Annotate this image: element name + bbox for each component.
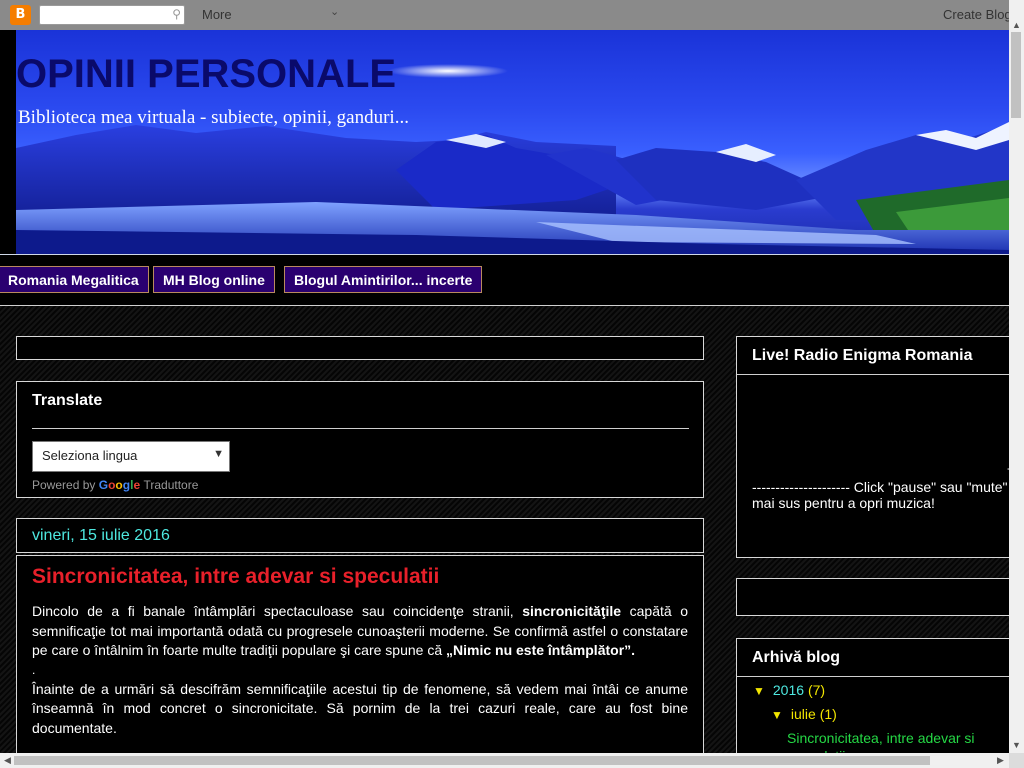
post-title[interactable]: Sincronicitatea, intre adevar si specula…	[32, 565, 439, 589]
translate-widget: Translate Seleziona lingua ▼ Powered by …	[16, 381, 704, 498]
horizontal-scrollbar[interactable]: ◀ ▶	[0, 753, 1009, 768]
google-logo[interactable]: Google	[99, 478, 144, 492]
archive-year-link[interactable]: 2016	[773, 682, 804, 698]
archive-month-count: (1)	[819, 706, 837, 722]
scrollbar-corner	[1009, 753, 1024, 768]
chevron-down-icon: ▼	[213, 448, 224, 460]
archive-title: Arhivă blog	[752, 649, 841, 666]
search-icon[interactable]: ⚲	[172, 7, 181, 21]
post-paragraph: Înainte de a urmări să descifrăm semnifi…	[32, 680, 688, 736]
empty-widget	[16, 336, 704, 360]
radio-instructions: --------------------- Click "pause" sau …	[752, 479, 1008, 511]
archive-month-iulie[interactable]: ▼ iulie (1)	[771, 706, 837, 722]
header-left-strip	[0, 30, 16, 254]
empty-sidebar-widget	[736, 578, 1009, 616]
blog-archive-widget: Arhivă blog ▼ 2016 (7) ▼ iulie (1) Sincron…	[736, 638, 1009, 753]
blog-title[interactable]: OPINII PERSONALE	[16, 52, 396, 97]
tab-romania-megalitica[interactable]: Romania Megalitica	[0, 266, 149, 293]
post-separator: .	[32, 662, 36, 677]
chevron-down-icon[interactable]: ⌄	[330, 5, 339, 18]
toggle-expanded-icon[interactable]: ▼	[771, 708, 783, 722]
radio-title: Live! Radio Enigma Romania	[752, 347, 973, 364]
language-select-value: Seleziona lingua	[42, 448, 138, 463]
language-select[interactable]: Seleziona lingua ▼	[32, 441, 230, 472]
post-body: Dincolo de a fi banale întâmplări specta…	[32, 602, 688, 739]
horizontal-scroll-thumb[interactable]	[14, 756, 930, 765]
blogger-navbar: B ⚲ More ⌄ Create Blog	[0, 0, 1024, 30]
post-paragraph: Dincolo de a fi banale întâmplări specta…	[32, 602, 688, 661]
vertical-scrollbar[interactable]: ▲ ▼	[1009, 0, 1024, 753]
post-date-header: vineri, 15 iulie 2016	[16, 518, 704, 553]
post-text-bold: sincronicităţile	[522, 603, 622, 619]
translator-link[interactable]: Traduttore	[143, 478, 198, 492]
divider	[32, 428, 689, 429]
tab-blogul-amintirilor[interactable]: Blogul Amintirilor... incerte	[284, 266, 483, 293]
navbar-search-input[interactable]: ⚲	[39, 5, 185, 25]
create-blog-link[interactable]: Create Blog	[943, 7, 1012, 22]
pages-tab-bar: Romania Megalitica MH Blog online Blogul…	[0, 255, 1009, 306]
post-text: Dincolo de a fi banale întâmplări specta…	[32, 603, 523, 619]
more-menu[interactable]: More	[202, 7, 232, 22]
divider	[737, 676, 1009, 677]
scroll-left-arrow-icon[interactable]: ◀	[4, 755, 11, 766]
archive-year-2016[interactable]: ▼ 2016 (7)	[753, 682, 825, 698]
toggle-expanded-icon[interactable]: ▼	[753, 684, 765, 698]
archive-post-link[interactable]: Sincronicitatea, intre adevar si specula…	[787, 729, 1009, 753]
main-content: Translate Seleziona lingua ▼ Powered by …	[0, 306, 1009, 753]
blog-post: Sincronicitatea, intre adevar si specula…	[16, 555, 704, 753]
blogger-logo-icon[interactable]: B	[10, 5, 31, 25]
post-text-bold: „Nimic nu este întâmplător”.	[446, 642, 636, 659]
powered-by-google: Powered by Google Traduttore	[32, 478, 198, 492]
scroll-right-arrow-icon[interactable]: ▶	[997, 755, 1004, 766]
powered-by-label: Powered by	[32, 478, 96, 492]
radio-widget: Live! Radio Enigma Romania - -----------…	[736, 336, 1009, 558]
translate-title: Translate	[32, 392, 103, 409]
scroll-down-arrow-icon[interactable]: ▼	[1012, 740, 1021, 750]
scroll-up-arrow-icon[interactable]: ▲	[1012, 20, 1021, 30]
archive-month-link[interactable]: iulie	[791, 706, 816, 722]
tab-mh-blog-online[interactable]: MH Blog online	[153, 266, 275, 293]
blog-header: OPINII PERSONALE Biblioteca mea virtuala…	[0, 30, 1009, 255]
archive-year-count: (7)	[807, 682, 826, 698]
divider	[737, 374, 1009, 375]
blog-description: Biblioteca mea virtuala - subiecte, opin…	[18, 107, 409, 128]
vertical-scroll-thumb[interactable]	[1011, 32, 1021, 118]
